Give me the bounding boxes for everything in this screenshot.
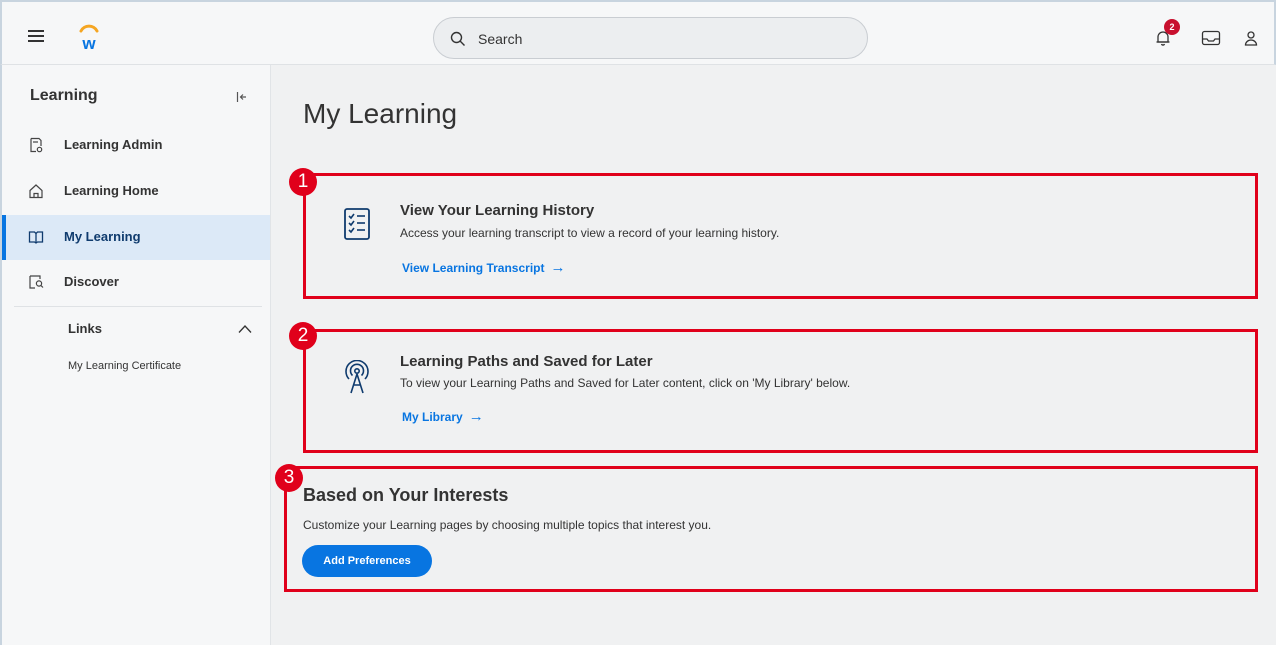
discover-icon bbox=[29, 275, 44, 289]
annotation-number: 2 bbox=[289, 322, 317, 350]
sidebar-item-label: Discover bbox=[64, 274, 119, 289]
workday-logo[interactable]: w bbox=[74, 22, 104, 52]
sidebar-item-learning-admin[interactable]: Learning Admin bbox=[2, 123, 270, 168]
links-header[interactable]: Links bbox=[68, 321, 102, 336]
page-title: My Learning bbox=[303, 98, 458, 129]
sidebar-item-discover[interactable]: Discover bbox=[2, 260, 270, 305]
book-icon bbox=[28, 231, 44, 244]
learning-paths-card bbox=[303, 329, 1258, 453]
arrow-right-icon: → bbox=[468, 408, 484, 425]
profile-icon[interactable] bbox=[1244, 30, 1258, 46]
inbox-icon[interactable] bbox=[1201, 30, 1221, 46]
add-preferences-button[interactable]: Add Preferences bbox=[302, 545, 432, 577]
annotation-number: 1 bbox=[289, 168, 317, 196]
card-title: Learning Paths and Saved for Later bbox=[400, 353, 653, 370]
collapse-sidebar-icon[interactable] bbox=[236, 91, 248, 103]
card-description: Access your learning transcript to view … bbox=[400, 226, 780, 240]
sidebar-item-label: My Learning bbox=[64, 229, 141, 244]
sidebar-item-label: Learning Admin bbox=[64, 137, 163, 152]
search-placeholder: Search bbox=[478, 31, 523, 47]
sidebar-item-my-learning[interactable]: My Learning bbox=[2, 215, 270, 260]
link-label: View Learning Transcript bbox=[402, 261, 545, 275]
my-library-link[interactable]: My Library → bbox=[402, 408, 484, 425]
sidebar-item-learning-home[interactable]: Learning Home bbox=[2, 169, 270, 214]
chevron-up-icon[interactable] bbox=[238, 324, 252, 334]
notification-badge: 2 bbox=[1164, 19, 1180, 35]
section-title: Based on Your Interests bbox=[303, 485, 509, 505]
card-description: To view your Learning Paths and Saved fo… bbox=[400, 376, 851, 390]
broadcast-tower-icon bbox=[345, 360, 369, 394]
view-learning-transcript-link[interactable]: View Learning Transcript → bbox=[402, 259, 566, 276]
card-title: View Your Learning History bbox=[400, 202, 595, 219]
svg-text:w: w bbox=[81, 34, 96, 52]
section-description: Customize your Learning pages by choosin… bbox=[303, 518, 712, 532]
sidebar: Learning Learning Admin Learning Home My… bbox=[0, 65, 271, 645]
link-label: My Library bbox=[402, 410, 463, 424]
arrow-right-icon: → bbox=[550, 259, 566, 276]
sidebar-title: Learning bbox=[30, 87, 98, 104]
report-icon bbox=[30, 137, 43, 153]
search-input[interactable]: Search bbox=[433, 17, 868, 59]
search-icon bbox=[450, 31, 465, 46]
sidebar-item-label: Learning Home bbox=[64, 183, 159, 198]
annotation-number: 3 bbox=[275, 464, 303, 492]
checklist-icon bbox=[344, 208, 370, 240]
hamburger-menu-icon[interactable] bbox=[28, 30, 44, 42]
link-my-learning-certificate[interactable]: My Learning Certificate bbox=[68, 360, 181, 372]
top-bar: w Search 2 bbox=[0, 0, 1276, 65]
sidebar-divider bbox=[14, 306, 262, 307]
home-icon bbox=[29, 184, 43, 199]
